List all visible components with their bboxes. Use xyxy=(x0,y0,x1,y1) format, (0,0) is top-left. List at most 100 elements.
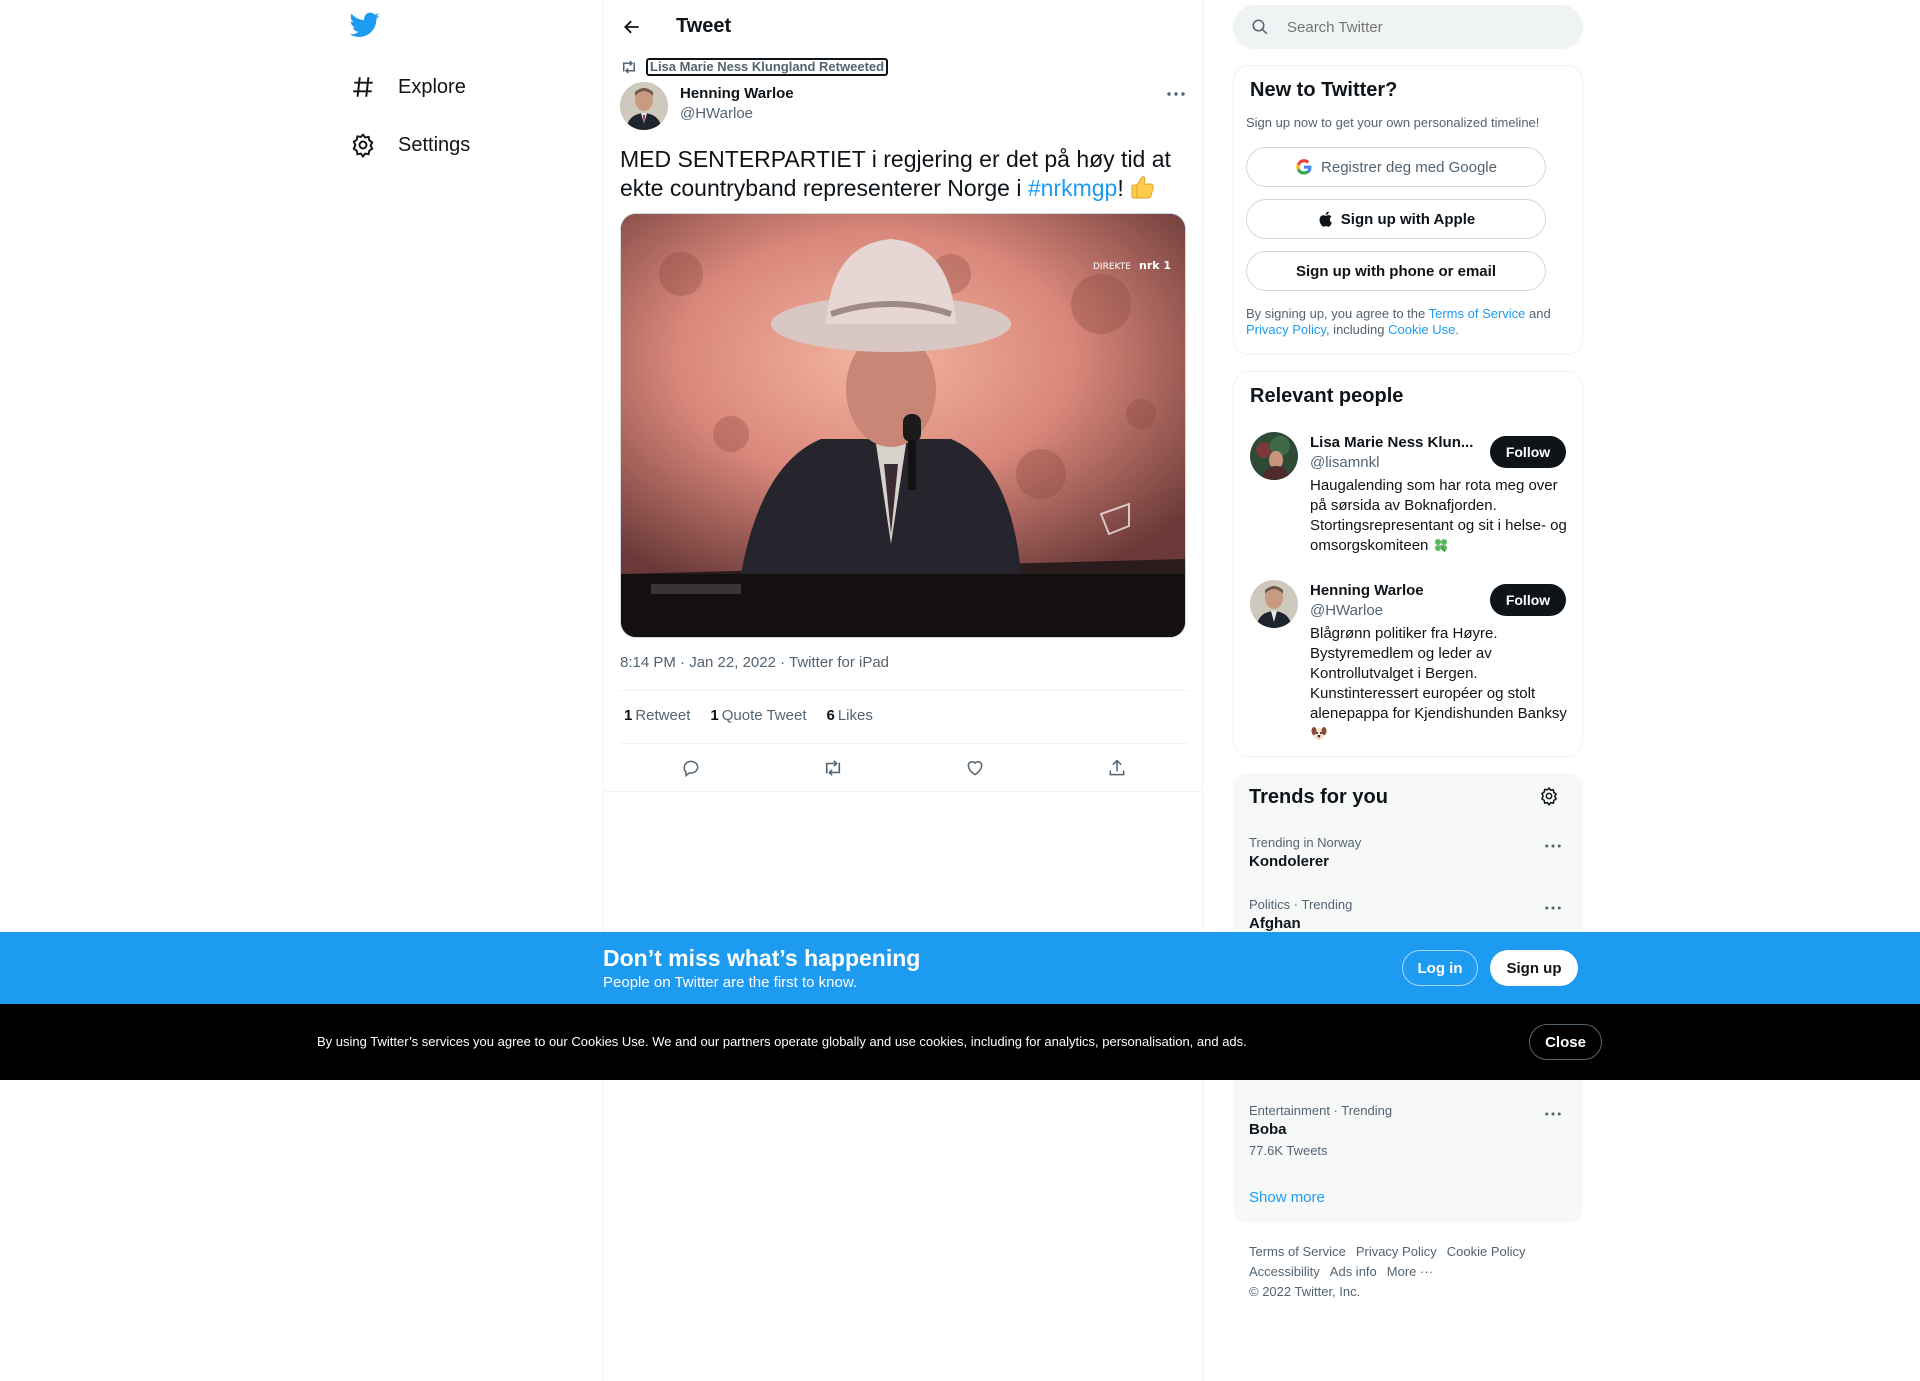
more-dots-icon xyxy=(1545,1112,1561,1116)
retweeted-by-link[interactable]: Lisa Marie Ness Klungland Retweeted xyxy=(646,58,889,76)
nav-explore-label: Explore xyxy=(398,75,466,98)
cookie-use-link[interactable]: Cookie Use. xyxy=(1388,322,1459,337)
tweet-photo[interactable]: DIREKTE nrk 1 xyxy=(620,213,1186,638)
footer-terms-link[interactable]: Terms of Service xyxy=(1249,1244,1346,1259)
tweet-actions xyxy=(620,752,1188,784)
signup-legal-text: By signing up, you agree to the Terms of… xyxy=(1246,306,1551,337)
signup-button[interactable]: Sign up xyxy=(1490,950,1578,986)
cookie-banner: By using Twitter’s services you agree to… xyxy=(0,1004,1920,1080)
four-leaf-clover-emoji-icon xyxy=(1433,537,1449,553)
google-signup-button[interactable]: Registrer deg med Google xyxy=(1246,147,1546,187)
author-avatar[interactable] xyxy=(620,82,668,130)
person-handle[interactable]: @HWarloe xyxy=(1310,602,1383,619)
footer-cookie-link[interactable]: Cookie Policy xyxy=(1447,1244,1526,1259)
tweet-column: Tweet Lisa Marie Ness Klungland Retweete… xyxy=(603,0,1203,1381)
follow-button[interactable]: Follow xyxy=(1490,584,1566,616)
nav-settings[interactable]: Settings xyxy=(350,125,470,165)
card-title: Trends for you xyxy=(1249,786,1388,808)
author-name[interactable]: Henning Warloe xyxy=(680,85,794,102)
reply-icon xyxy=(683,760,699,777)
heart-icon xyxy=(967,761,983,776)
more-dots-icon xyxy=(1545,906,1561,910)
arrow-left-icon xyxy=(624,20,639,34)
share-icon xyxy=(1109,759,1125,776)
quote-count-link[interactable]: 1 Quote Tweet xyxy=(710,707,806,724)
retweet-icon xyxy=(825,760,841,776)
trend-more-button[interactable] xyxy=(1541,900,1565,916)
show-more-link[interactable]: Show more xyxy=(1249,1189,1325,1206)
gear-icon xyxy=(1540,786,1558,806)
apple-icon xyxy=(1317,210,1333,228)
trend-more-button[interactable] xyxy=(1541,1106,1565,1122)
share-button[interactable] xyxy=(1100,752,1134,784)
signup-banner-title: Don’t miss what’s happening xyxy=(603,945,921,971)
card-subtitle: Sign up now to get your own personalized… xyxy=(1246,115,1540,130)
divider xyxy=(604,791,1202,792)
more-dots-icon xyxy=(1545,844,1561,848)
terms-link[interactable]: Terms of Service xyxy=(1429,306,1526,321)
footer-privacy-link[interactable]: Privacy Policy xyxy=(1356,1244,1437,1259)
tweet-text: MED SENTERPARTIET i regjering er det på … xyxy=(620,145,1180,203)
login-button[interactable]: Log in xyxy=(1402,950,1478,986)
google-icon xyxy=(1295,158,1313,176)
author-handle[interactable]: @HWarloe xyxy=(680,105,753,122)
apple-signup-label: Sign up with Apple xyxy=(1340,210,1476,228)
footer-more-link[interactable]: More ··· xyxy=(1387,1264,1433,1279)
thumbs-up-emoji-icon xyxy=(1130,174,1156,200)
new-to-twitter-card: New to Twitter? Sign up now to get your … xyxy=(1233,65,1583,355)
tweet-stats: 1 Retweet 1 Quote Tweet 6 Likes xyxy=(624,707,873,724)
apple-signup-button[interactable]: Sign up with Apple xyxy=(1246,199,1546,239)
hashtag-icon xyxy=(350,74,376,100)
trends-settings-button[interactable] xyxy=(1539,786,1559,806)
search-box[interactable] xyxy=(1233,5,1583,49)
footer-ads-info-link[interactable]: Ads info xyxy=(1330,1264,1377,1279)
person-name[interactable]: Henning Warloe xyxy=(1310,582,1475,599)
hashtag-link[interactable]: #nrkmgp xyxy=(1028,175,1117,201)
person-name[interactable]: Lisa Marie Ness Klun... xyxy=(1310,434,1475,451)
tweet-text-end: ! xyxy=(1117,175,1124,201)
follow-button[interactable]: Follow xyxy=(1490,436,1566,468)
card-title: Relevant people xyxy=(1250,385,1404,407)
divider xyxy=(620,743,1188,744)
phone-email-signup-button[interactable]: Sign up with phone or email xyxy=(1246,251,1546,291)
likes-count-link[interactable]: 6 Likes xyxy=(827,707,873,724)
page-title: Tweet xyxy=(676,15,732,37)
tweet-more-button[interactable] xyxy=(1164,84,1188,104)
trend-context: Trending in Norway xyxy=(1249,835,1362,850)
tweet-timestamp[interactable]: 8:14 PM · Jan 22, 2022 · Twitter for iPa… xyxy=(620,654,889,671)
phone-email-signup-label: Sign up with phone or email xyxy=(1295,262,1496,280)
signup-banner-subtitle: People on Twitter are the first to know. xyxy=(603,974,858,991)
search-icon xyxy=(1251,18,1269,36)
trend-more-button[interactable] xyxy=(1541,838,1565,854)
trend-name: Boba xyxy=(1249,1121,1287,1138)
search-input[interactable] xyxy=(1287,18,1547,36)
dog-face-emoji-icon xyxy=(1310,724,1328,742)
retweet-count-link[interactable]: 1 Retweet xyxy=(624,707,690,724)
footer-accessibility-link[interactable]: Accessibility xyxy=(1249,1264,1320,1279)
retweet-button[interactable] xyxy=(816,752,850,784)
cookie-banner-text: By using Twitter’s services you agree to… xyxy=(317,1034,1247,1049)
trend-name: Kondolerer xyxy=(1249,853,1330,870)
back-button[interactable] xyxy=(618,13,646,41)
person-handle[interactable]: @lisamnkl xyxy=(1310,454,1379,471)
person-avatar[interactable] xyxy=(1250,580,1298,628)
privacy-link[interactable]: Privacy Policy xyxy=(1246,322,1326,337)
live-label: DIREKTE xyxy=(1093,262,1131,272)
person-avatar[interactable] xyxy=(1250,432,1298,480)
footer-links: Terms of Service Privacy Policy Cookie Pol… xyxy=(1249,1242,1569,1302)
divider xyxy=(620,690,1188,691)
cookie-close-button[interactable]: Close xyxy=(1529,1024,1602,1060)
person-bio: Blågrønn politiker fra Høyre. Bystyremed… xyxy=(1310,624,1572,745)
trend-count: 77.6K Tweets xyxy=(1249,1143,1328,1158)
person-bio: Haugalending som har rota meg over på sø… xyxy=(1310,477,1567,554)
retweet-icon xyxy=(620,59,638,75)
trend-context: Politics · Trending xyxy=(1249,897,1353,912)
channel-label: nrk 1 xyxy=(1139,259,1171,272)
like-button[interactable] xyxy=(958,752,992,784)
trend-name: Afghan xyxy=(1249,915,1301,932)
retweet-context: Lisa Marie Ness Klungland Retweeted xyxy=(620,58,889,76)
nav-explore[interactable]: Explore xyxy=(350,67,466,107)
card-title: New to Twitter? xyxy=(1250,79,1398,101)
reply-button[interactable] xyxy=(674,752,708,784)
twitter-bird-icon[interactable] xyxy=(350,12,386,42)
